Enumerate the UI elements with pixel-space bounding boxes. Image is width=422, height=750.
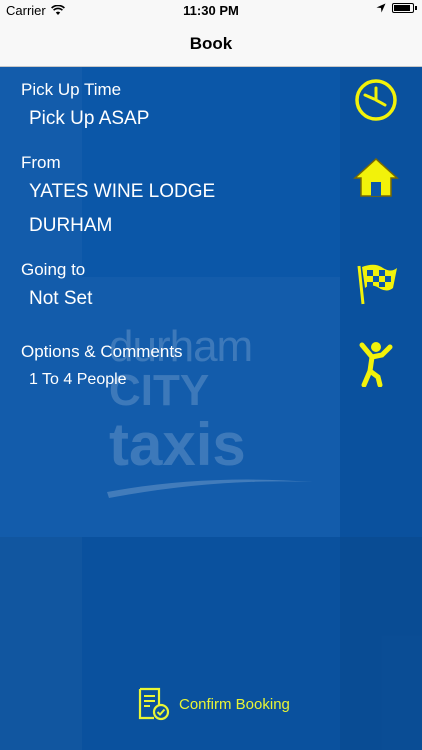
confirm-booking-button[interactable]: Confirm Booking (137, 687, 290, 721)
options-comments-label: Options & Comments (21, 342, 183, 361)
home-icon[interactable] (353, 154, 399, 200)
watermark-swoosh (107, 479, 313, 498)
status-right (376, 3, 417, 13)
location-arrow-icon (376, 3, 386, 13)
status-bar: Carrier 11:30 PM (0, 0, 422, 22)
confirm-booking-label: Confirm Booking (179, 695, 290, 713)
navigation-bar: Book (0, 22, 422, 67)
from-address-line2[interactable]: DURHAM (29, 215, 112, 237)
document-check-icon (138, 687, 170, 721)
status-time: 11:30 PM (183, 3, 239, 18)
watermark-line3: taxis (109, 411, 246, 478)
clock-icon[interactable] (353, 77, 399, 123)
checkered-flag-icon[interactable] (353, 261, 399, 307)
pickup-time-value[interactable]: Pick Up ASAP (29, 108, 149, 130)
booking-panel: durham CITY taxis Pick Up Time Pick Up A… (0, 67, 422, 750)
page-title: Book (189, 34, 233, 53)
from-address-line1[interactable]: YATES WINE LODGE (29, 181, 215, 203)
going-to-value[interactable]: Not Set (29, 288, 92, 310)
battery-icon (392, 3, 417, 13)
going-to-label: Going to (21, 260, 86, 279)
options-comments-value[interactable]: 1 To 4 People (29, 371, 127, 389)
pickup-time-label: Pick Up Time (21, 80, 122, 99)
from-label: From (21, 153, 61, 172)
person-icon[interactable] (353, 341, 399, 387)
